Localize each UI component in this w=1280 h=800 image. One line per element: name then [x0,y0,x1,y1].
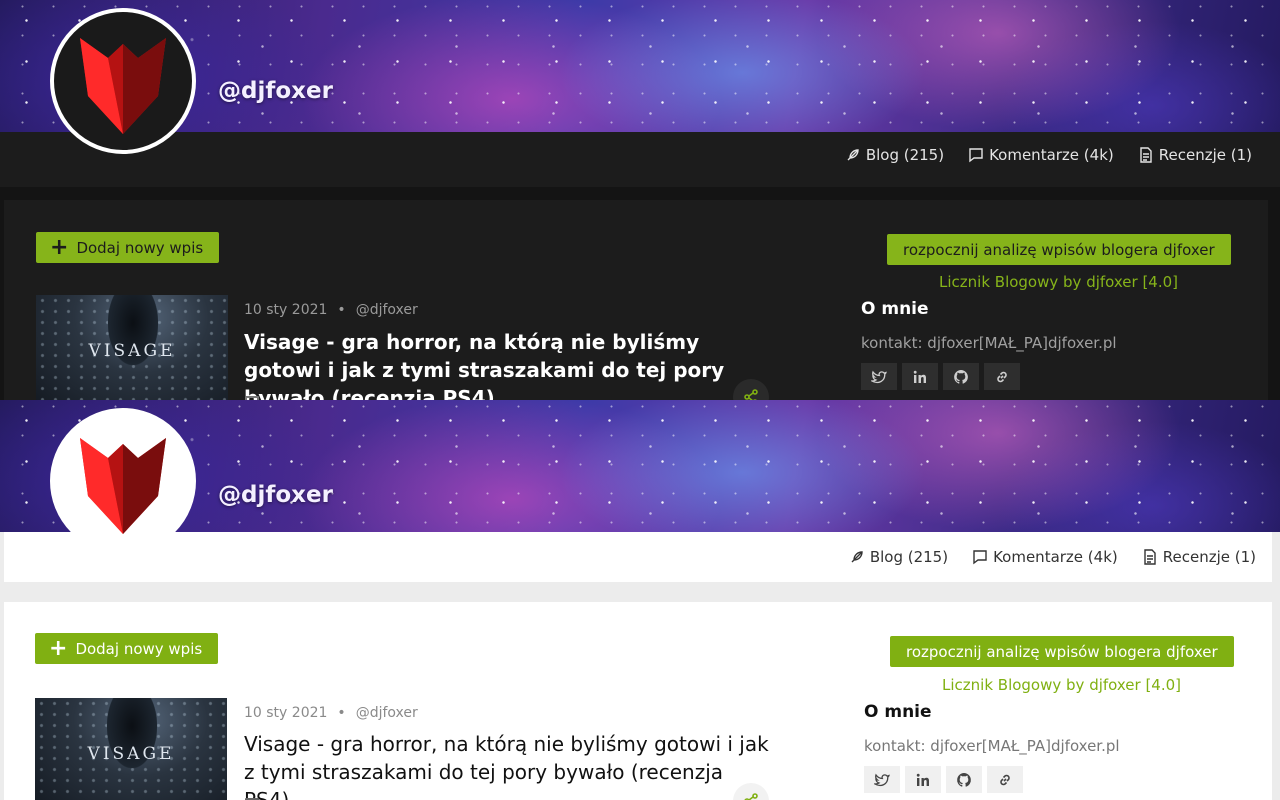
link-icon [1000,774,1010,785]
profile-username: @djfoxer [218,482,333,508]
twitter-link[interactable] [864,766,900,793]
post-date: 10 sty 2021 [244,302,328,318]
nav-reviews-label: Recenzje (1) [1162,548,1256,566]
github-icon [957,772,971,787]
plus-icon: + [50,234,69,260]
post-author[interactable]: @djfoxer [356,302,418,318]
github-link[interactable] [946,766,982,793]
post-thumbnail[interactable]: VISAGE [36,295,228,400]
blog-counter-link[interactable]: Licznik Blogowy by djfoxer [4.0] [939,273,1178,291]
nav-comments-link[interactable]: Komentarze (4k) [968,146,1114,164]
twitter-link[interactable] [861,363,897,390]
nav-reviews-link[interactable]: Recenzje (1) [1138,146,1252,164]
plus-icon: + [49,635,68,661]
profile-nav: Blog (215) Komentarze (4k) Recenzje (1) [845,146,1252,164]
meta-separator: • [337,705,346,721]
share-icon [744,389,758,400]
nav-blog-link[interactable]: Blog (215) [849,548,948,566]
linkedin-link[interactable] [902,363,938,390]
thumbnail-title: VISAGE [87,744,175,764]
github-icon [954,369,968,384]
profile-nav: Blog (215) Komentarze (4k) Recenzje (1) [849,548,1256,566]
feather-icon [847,149,859,161]
linkedin-icon [916,773,929,786]
linkedin-icon [913,370,926,383]
comment-icon [969,148,983,163]
feather-icon [851,551,863,563]
comment-icon [973,550,987,565]
thumbnail-title: VISAGE [88,341,176,361]
twitter-icon [871,370,887,383]
contact-text: kontakt: djfoxer[MAŁ_PA]djfoxer.pl [861,334,1117,352]
document-icon [1140,147,1152,163]
website-link[interactable] [984,363,1020,390]
share-icon [744,793,758,800]
nav-reviews-label: Recenzje (1) [1158,146,1252,164]
document-icon [1144,549,1156,565]
dark-theme-preview: @djfoxer Blog (215) Komentarze (4k) Rece… [0,0,1280,400]
social-links [864,766,1023,793]
website-link[interactable] [987,766,1023,793]
post-date: 10 sty 2021 [244,705,328,721]
add-post-label: Dodaj nowy wpis [76,238,204,257]
nav-blog-label: Blog (215) [869,548,949,566]
nav-blog-label: Blog (215) [865,146,945,164]
add-post-button[interactable]: + Dodaj nowy wpis [36,232,220,263]
nav-blog-link[interactable]: Blog (215) [845,146,944,164]
nav-comments-link[interactable]: Komentarze (4k) [972,548,1118,566]
analyze-posts-button[interactable]: rozpocznij analizę wpisów blogera djfoxe… [890,636,1234,667]
link-icon [997,371,1007,382]
contact-text: kontakt: djfoxer[MAŁ_PA]djfoxer.pl [864,737,1120,755]
twitter-icon [874,773,890,786]
post-thumbnail[interactable]: VISAGE [35,698,227,800]
avatar[interactable] [50,408,196,554]
analyze-posts-button[interactable]: rozpocznij analizę wpisów blogera djfoxe… [887,234,1231,265]
add-post-button[interactable]: + Dodaj nowy wpis [35,633,219,664]
nav-comments-label: Komentarze (4k) [989,146,1114,164]
github-link[interactable] [943,363,979,390]
fox-logo-icon [80,38,166,134]
fox-logo-icon [80,438,166,534]
social-links [861,363,1020,390]
post-title-link[interactable]: Visage - gra horror, na którą nie byliśm… [244,328,774,400]
post-meta: 10 sty 2021 • @djfoxer [244,705,418,721]
light-theme-preview: @djfoxer Blog (215) Komentarze (4k) Rece… [0,400,1280,800]
profile-username: @djfoxer [218,78,333,104]
linkedin-link[interactable] [905,766,941,793]
post-meta: 10 sty 2021 • @djfoxer [244,302,418,318]
post-author[interactable]: @djfoxer [356,705,418,721]
meta-separator: • [337,302,346,318]
post-title-link[interactable]: Visage - gra horror, na którą nie byliśm… [244,730,774,800]
nav-reviews-link[interactable]: Recenzje (1) [1142,548,1256,566]
nav-comments-label: Komentarze (4k) [993,548,1118,566]
about-heading: O mnie [861,299,929,319]
about-heading: O mnie [864,702,932,722]
avatar[interactable] [50,8,196,154]
blog-counter-link[interactable]: Licznik Blogowy by djfoxer [4.0] [942,676,1181,694]
add-post-label: Dodaj nowy wpis [75,639,203,658]
